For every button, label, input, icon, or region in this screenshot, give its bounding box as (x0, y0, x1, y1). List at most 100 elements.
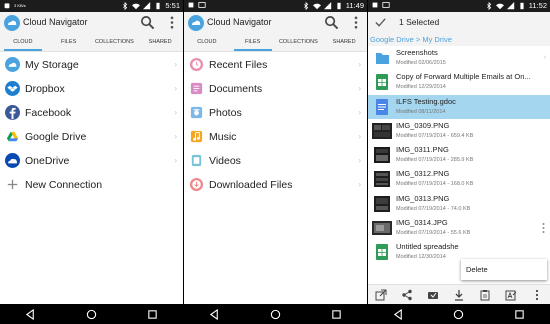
list-item-google-drive[interactable]: Google Drive › (0, 125, 183, 149)
list-item-label: New Connection (25, 179, 103, 191)
files-tab-screen: 11:49 Cloud Navigator CLOUD FILES COLLEC… (184, 0, 367, 324)
chevron-right-icon: › (174, 60, 177, 69)
list-item-music[interactable]: Music › (184, 125, 367, 149)
bluetooth-icon (303, 2, 308, 10)
home-icon[interactable] (270, 309, 281, 320)
document-icon (190, 82, 203, 95)
file-row[interactable]: IMG_0314.JPG Modified 07/19/2014 - 55.6 … (368, 216, 550, 240)
video-icon (191, 154, 202, 167)
app-title: Cloud Navigator (23, 17, 88, 27)
chevron-right-icon: › (543, 54, 546, 61)
file-meta: Modified 07/19/2014 - 55.6 KB (396, 230, 471, 237)
breadcrumb[interactable]: Google Drive > My Drive (368, 34, 550, 46)
tab-cloud[interactable]: CLOUD (184, 34, 230, 51)
signal-icon (323, 2, 331, 10)
chevron-right-icon: › (174, 156, 177, 165)
file-row[interactable]: IMG_0312.PNG Modified 07/19/2014 - 168.0… (368, 167, 550, 191)
camera-icon (190, 106, 203, 119)
file-row[interactable]: Screenshots Modified 02/06/2015 › (368, 46, 550, 70)
bluetooth-icon (123, 2, 128, 10)
files-list: Recent Files › Documents › Photos › Musi… (184, 53, 367, 197)
tab-shared[interactable]: SHARED (137, 34, 183, 51)
list-item-new-connection[interactable]: New Connection (0, 173, 183, 197)
image-thumb-icon (374, 171, 390, 188)
download-icon[interactable] (453, 289, 465, 301)
list-item-label: Music (209, 131, 237, 143)
context-menu: Delete (461, 259, 547, 280)
recents-icon[interactable] (147, 309, 158, 320)
bluetooth-icon (486, 2, 491, 10)
list-item-facebook[interactable]: Facebook › (0, 101, 183, 125)
overflow-menu-icon[interactable] (169, 15, 175, 30)
image-thumb-icon (372, 122, 392, 139)
signal-icon (506, 2, 514, 10)
status-bar: 11:49 (184, 0, 367, 12)
file-row[interactable]: IMG_0313.PNG Modified 07/19/2014 - 74.0 … (368, 192, 550, 216)
app-bar: Cloud Navigator (184, 12, 367, 34)
list-item-recent-files[interactable]: Recent Files › (184, 53, 367, 77)
sheet-icon (376, 74, 388, 91)
chevron-right-icon: › (174, 108, 177, 117)
recents-icon[interactable] (331, 309, 342, 320)
file-row[interactable]: Copy of Forward Multiple Emails at On...… (368, 70, 550, 94)
file-name: IMG_0313.PNG (396, 193, 450, 203)
cloud-list: My Storage › Dropbox › Facebook › Google… (0, 53, 183, 197)
list-item-videos[interactable]: Videos › (184, 149, 367, 173)
list-item-downloaded-files[interactable]: Downloaded Files › (184, 173, 367, 197)
list-item-documents[interactable]: Documents › (184, 77, 367, 101)
android-icon (4, 3, 10, 9)
open-external-icon[interactable] (375, 289, 387, 301)
list-item-dropbox[interactable]: Dropbox › (0, 77, 183, 101)
tab-files[interactable]: FILES (46, 34, 92, 51)
list-item-label: OneDrive (25, 155, 70, 167)
tab-shared[interactable]: SHARED (321, 34, 367, 51)
file-row[interactable]: IMG_0309.PNG Modified 07/19/2014 - 659.4… (368, 119, 550, 143)
app-title: Cloud Navigator (207, 17, 272, 27)
file-row[interactable]: IMG_0311.PNG Modified 07/19/2014 - 285.9… (368, 143, 550, 167)
action-toolbar (368, 284, 550, 304)
tab-cloud[interactable]: CLOUD (0, 34, 46, 51)
overflow-menu-icon[interactable] (353, 15, 359, 30)
google-drive-browser-screen: 11:52 1 Selected Google Drive > My Drive… (368, 0, 550, 324)
back-icon[interactable] (25, 308, 36, 320)
sheet-icon (376, 244, 388, 261)
tab-files[interactable]: FILES (230, 34, 276, 51)
copy-to-icon[interactable] (427, 289, 439, 301)
back-icon[interactable] (209, 308, 220, 320)
list-item-onedrive[interactable]: OneDrive › (0, 149, 183, 173)
file-name: IMG_0314.JPG (396, 218, 448, 228)
file-row-selected[interactable]: ILFS Testing.gdoc Modified 08/11/2014 (368, 94, 550, 119)
list-item-photos[interactable]: Photos › (184, 101, 367, 125)
overflow-menu-icon[interactable] (542, 222, 545, 234)
overflow-menu-icon[interactable] (531, 289, 543, 301)
recents-icon[interactable] (514, 309, 525, 320)
wifi-icon (312, 3, 321, 10)
tab-collections[interactable]: COLLECTIONS (276, 34, 322, 51)
search-icon[interactable] (324, 15, 339, 30)
list-item-label: Photos (209, 107, 242, 119)
clipboard-icon[interactable] (479, 289, 491, 301)
cloud-navigator-logo-icon (188, 15, 204, 31)
status-bar: 3 KB/s 5:51 (0, 0, 183, 12)
home-icon[interactable] (453, 309, 464, 320)
rename-icon[interactable] (505, 289, 517, 301)
home-icon[interactable] (86, 309, 97, 320)
tab-collections[interactable]: COLLECTIONS (92, 34, 138, 51)
delete-menu-item[interactable]: Delete (466, 265, 488, 274)
data-rate: 3 KB/s (14, 2, 26, 8)
share-icon[interactable] (401, 289, 413, 301)
checkmark-icon[interactable] (374, 16, 387, 29)
music-icon (190, 130, 203, 143)
search-icon[interactable] (140, 15, 155, 30)
list-item-my-storage[interactable]: My Storage › (0, 53, 183, 77)
list-item-label: Dropbox (25, 83, 65, 95)
file-meta: Modified 07/19/2014 - 74.0 KB (396, 205, 471, 212)
chevron-right-icon: › (358, 156, 361, 165)
download-icon (189, 177, 204, 192)
folder-icon (376, 53, 389, 64)
file-meta: Modified 12/29/2014 (396, 84, 446, 91)
chevron-right-icon: › (174, 84, 177, 93)
chevron-right-icon: › (358, 84, 361, 93)
nav-bar (0, 304, 183, 324)
back-icon[interactable] (393, 308, 404, 320)
